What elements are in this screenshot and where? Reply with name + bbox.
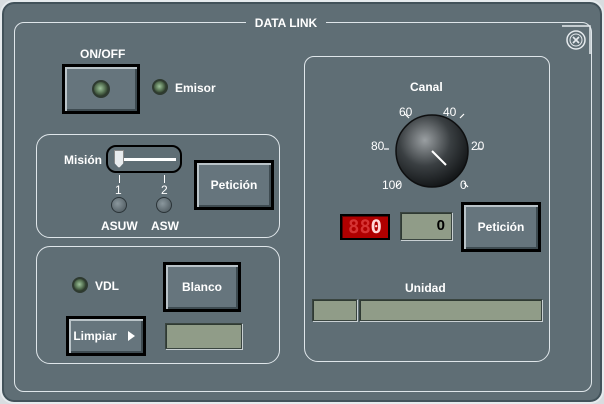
canal-label: Canal [410,80,443,94]
canal-led-ghost-digits: 88 [348,216,371,238]
dial-tick-60: 60 [399,105,413,119]
canal-led-digits: 0 [370,216,382,238]
dial-tick-0: 0 [460,178,467,192]
close-button[interactable] [560,24,592,56]
tick-label-1: 1 [115,183,122,197]
tick-mark-2 [164,175,165,183]
limpiar-button[interactable]: Limpiar [66,316,146,356]
data-link-panel: DATA LINK ON/OFF Emisor Misión 1 2 ASUW … [0,0,604,404]
close-icon [562,25,591,54]
vdl-led [72,277,88,293]
dial-tick-20: 20 [471,139,485,153]
asw-radio[interactable] [156,197,172,213]
arrow-right-icon [127,331,135,341]
vdl-label: VDL [95,279,119,293]
vdl-field [165,323,242,349]
mision-label: Misión [64,153,102,167]
canal-peticion-button[interactable]: Petición [461,202,541,252]
mision-peticion-button[interactable]: Petición [194,160,274,210]
asuw-label: ASUW [101,219,138,233]
onoff-label: ON/OFF [80,47,126,61]
emisor-label: Emisor [175,81,216,95]
dial-tick-40: 40 [443,105,457,119]
emisor-led [152,79,168,95]
asw-label: ASW [151,219,179,233]
blanco-button[interactable]: Blanco [163,262,241,312]
window-title: DATA LINK [246,14,326,32]
unidad-label: Unidad [405,281,446,295]
asuw-radio[interactable] [111,197,127,213]
onoff-button[interactable] [62,64,140,114]
dial-tick-100: 100 [382,178,403,192]
canal-led-display: 0 88 [340,214,390,240]
tick-label-2: 2 [161,183,168,197]
onoff-indicator-led [92,80,110,98]
mision-slider-thumb[interactable] [114,150,124,168]
limpiar-label: Limpiar [73,329,117,343]
canal-value-field[interactable]: 0 [400,212,452,240]
mision-slider[interactable] [106,145,182,173]
tick-mark-1 [119,175,120,183]
unidad-field-long [359,299,542,321]
unidad-field-short [312,299,357,321]
dial-tick-80: 80 [371,139,385,153]
